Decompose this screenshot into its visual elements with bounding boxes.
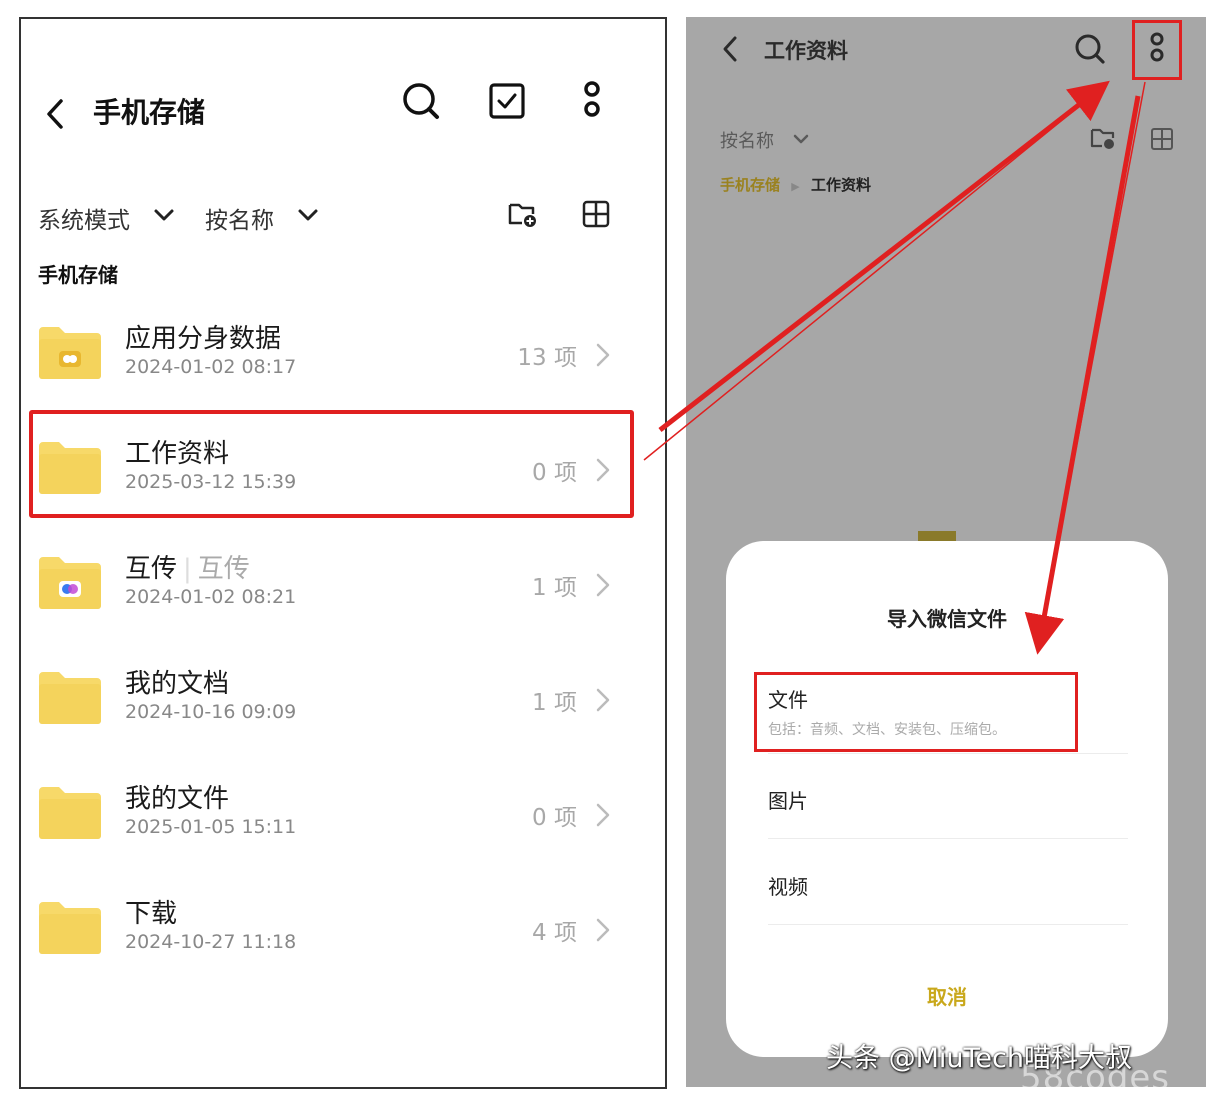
folder-name: 下载 bbox=[125, 899, 178, 929]
breadcrumb-separator-icon: ▶ bbox=[791, 180, 800, 193]
grid-view-icon[interactable] bbox=[1150, 127, 1174, 151]
folder-icon bbox=[39, 672, 101, 724]
top-bar: 手机存储 bbox=[21, 81, 665, 141]
folder-name: 我的文件 bbox=[125, 784, 230, 814]
list-item[interactable]: 我的文件 2025-01-05 15:11 0 项 bbox=[21, 762, 665, 872]
new-folder-icon[interactable] bbox=[1089, 125, 1117, 151]
option-label: 图片 bbox=[768, 789, 808, 813]
chevron-right-icon bbox=[596, 918, 610, 942]
right-panel: 工作资料 按名称 手机存储 ▶ 工作资料 导入微信文件 文件 包括：音频、文档、… bbox=[686, 17, 1206, 1087]
breadcrumb-item[interactable]: 手机存储 bbox=[720, 176, 780, 194]
mode-dropdown-label[interactable]: 系统模式 bbox=[38, 201, 130, 235]
chevron-down-icon[interactable] bbox=[153, 207, 175, 223]
back-arrow-icon bbox=[47, 99, 63, 129]
folder-date: 2024-01-02 08:21 bbox=[125, 586, 297, 608]
chevron-right-icon bbox=[596, 573, 610, 597]
filter-row: 系统模式 按名称 bbox=[21, 197, 665, 237]
chevron-down-icon[interactable] bbox=[792, 133, 810, 145]
app-clone-folder-icon bbox=[39, 327, 101, 379]
chevron-right-icon bbox=[596, 343, 610, 367]
list-item[interactable]: 下载 2024-10-27 11:18 4 项 bbox=[21, 877, 665, 987]
left-panel: 手机存储 系统模式 按名称 手机存储 应用分身数据 2024-01-02 08:… bbox=[19, 17, 667, 1089]
folder-date: 2024-01-02 08:17 bbox=[125, 356, 297, 378]
option-video[interactable]: 视频 bbox=[768, 871, 1128, 925]
back-arrow-icon[interactable] bbox=[720, 35, 740, 63]
folder-name-sub: 互传 bbox=[197, 554, 250, 584]
folder-icon bbox=[39, 902, 101, 954]
breadcrumb: 手机存储 ▶ 工作资料 bbox=[720, 174, 871, 195]
folder-name: 互传 | 互传 bbox=[125, 554, 250, 584]
sort-dropdown-label[interactable]: 按名称 bbox=[205, 201, 274, 235]
folder-name: 我的文档 bbox=[125, 669, 230, 699]
sheet-title: 导入微信文件 bbox=[887, 607, 1007, 631]
multi-select-icon[interactable] bbox=[487, 81, 527, 121]
item-count: 0 项 bbox=[532, 805, 577, 831]
item-count: 4 项 bbox=[532, 920, 577, 946]
search-icon[interactable] bbox=[401, 81, 441, 121]
folder-name-main: 互传 bbox=[125, 554, 178, 584]
item-count: 13 项 bbox=[517, 345, 577, 371]
folder-date: 2025-01-05 15:11 bbox=[125, 816, 297, 838]
folder-date: 2024-10-16 09:09 bbox=[125, 701, 297, 723]
new-folder-icon[interactable] bbox=[507, 199, 539, 229]
watermark: 头条 @MiuTech喵科大叔 bbox=[826, 1043, 1132, 1074]
page-title: 手机存储 bbox=[93, 96, 206, 129]
folder-name: 应用分身数据 bbox=[125, 324, 282, 354]
sort-dropdown-label[interactable]: 按名称 bbox=[720, 127, 774, 153]
chevron-down-icon[interactable] bbox=[297, 207, 319, 223]
transfer-folder-icon bbox=[39, 557, 101, 609]
more-menu-icon[interactable] bbox=[579, 81, 605, 121]
highlight-box bbox=[1132, 20, 1182, 80]
option-label: 视频 bbox=[768, 875, 808, 899]
back-button[interactable] bbox=[35, 81, 69, 141]
search-icon[interactable] bbox=[1074, 33, 1106, 65]
chevron-right-icon bbox=[596, 688, 610, 712]
grid-view-icon[interactable] bbox=[581, 199, 611, 229]
list-item[interactable]: 我的文档 2024-10-16 09:09 1 项 bbox=[21, 647, 665, 757]
breadcrumb-item: 工作资料 bbox=[810, 176, 871, 194]
folder-date: 2024-10-27 11:18 bbox=[125, 931, 297, 953]
list-item[interactable]: 应用分身数据 2024-01-02 08:17 13 项 bbox=[21, 302, 665, 412]
highlight-box bbox=[754, 672, 1078, 752]
list-item[interactable]: 互传 | 互传 2024-01-02 08:21 1 项 bbox=[21, 532, 665, 642]
breadcrumb[interactable]: 手机存储 bbox=[38, 259, 118, 288]
highlight-box bbox=[29, 410, 634, 518]
import-wechat-sheet: 导入微信文件 文件 包括：音频、文档、安装包、压缩包。 图片 视频 取消 bbox=[726, 541, 1168, 1057]
item-count: 1 项 bbox=[532, 575, 577, 601]
cancel-button[interactable]: 取消 bbox=[726, 981, 1168, 1010]
folder-icon bbox=[39, 787, 101, 839]
chevron-right-icon bbox=[596, 803, 610, 827]
page-title: 工作资料 bbox=[764, 39, 848, 63]
item-count: 1 项 bbox=[532, 690, 577, 716]
option-image[interactable]: 图片 bbox=[768, 785, 1128, 839]
